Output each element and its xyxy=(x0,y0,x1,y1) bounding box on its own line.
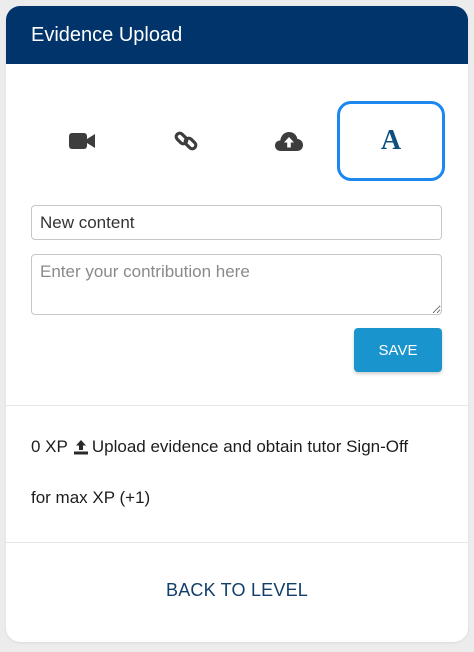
tab-text[interactable]: A xyxy=(337,101,445,181)
upload-icon xyxy=(73,440,88,455)
video-camera-icon xyxy=(69,133,95,149)
card-header: Evidence Upload xyxy=(6,6,468,64)
contribution-textarea[interactable] xyxy=(31,254,442,315)
divider xyxy=(6,542,468,543)
back-to-level-link[interactable]: BACK TO LEVEL xyxy=(6,580,468,601)
xp-info-line: 0 XP Upload evidence and obtain tutor Si… xyxy=(31,437,408,457)
cloud-upload-icon xyxy=(275,132,303,151)
tab-link[interactable] xyxy=(132,101,240,181)
xp-max-note: for max XP (+1) xyxy=(31,488,151,507)
page-title: Evidence Upload xyxy=(31,23,183,46)
evidence-upload-card: Evidence Upload A New content Enter your… xyxy=(6,6,468,642)
xp-info-line-2: for max XP (+1) xyxy=(31,488,150,508)
text-icon: A xyxy=(380,125,402,156)
xp-value: 0 XP xyxy=(31,437,68,456)
tab-upload[interactable] xyxy=(235,101,343,181)
link-icon xyxy=(174,131,198,151)
divider xyxy=(6,405,468,406)
xp-instruction: Upload evidence and obtain tutor Sign-Of… xyxy=(91,437,409,456)
tab-video[interactable] xyxy=(28,101,136,181)
content-title-input[interactable] xyxy=(31,205,442,240)
evidence-type-tabs: A xyxy=(6,101,468,181)
save-button[interactable]: SAVE xyxy=(354,328,442,372)
